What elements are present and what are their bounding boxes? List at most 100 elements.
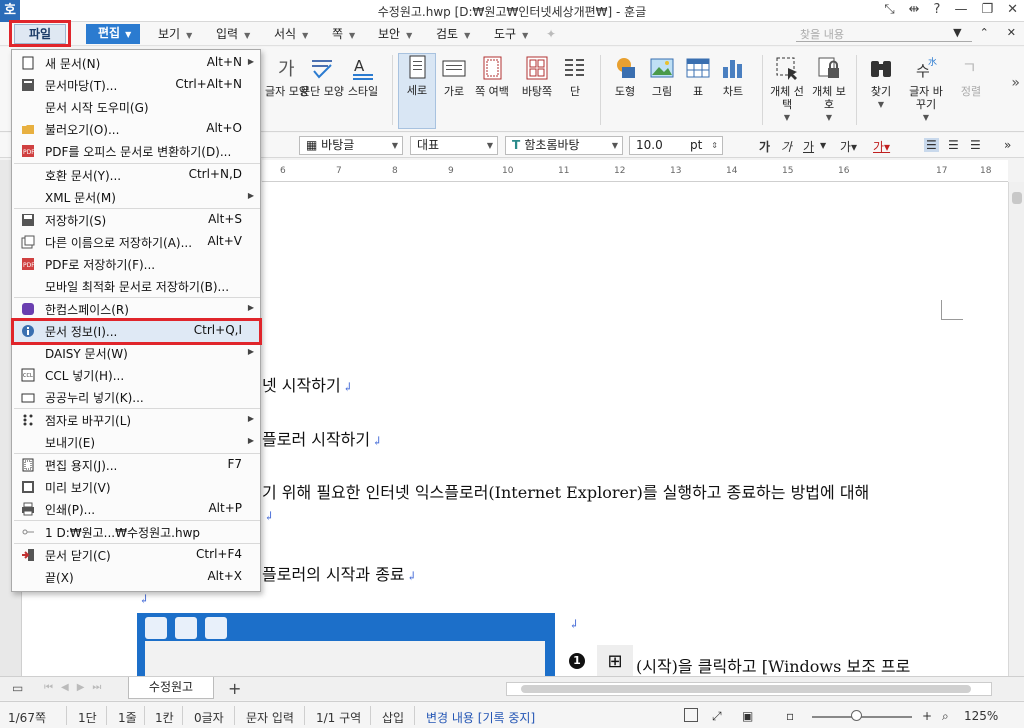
search-input[interactable]: 찾을 내용 (796, 26, 972, 42)
fit-view-icon[interactable]: ⤢ (712, 709, 722, 724)
menu-item-ccl[interactable]: CCL CCL 넣기(H)... (12, 364, 260, 386)
security-menu[interactable]: 보안 ▼ (378, 25, 412, 43)
chart-button[interactable]: 차트 (712, 55, 754, 98)
tab-nav-icons[interactable]: ⏮◀▶⏭ (44, 682, 109, 693)
zoom-in-icon[interactable]: + (922, 709, 932, 723)
background-page-button[interactable]: 바탕쪽 (516, 55, 558, 98)
page-margin-button[interactable]: 쪽 여백 (472, 55, 512, 98)
scrollbar-thumb[interactable] (1012, 192, 1022, 204)
vertical-scrollbar[interactable] (1008, 182, 1024, 676)
zoom-out-icon[interactable]: ▫ (786, 709, 794, 723)
maximize-icon[interactable]: ❐ (981, 2, 993, 17)
stepper-icon[interactable]: ⇕ (711, 137, 718, 154)
help-icon[interactable]: ? (934, 2, 941, 17)
bold-button[interactable]: 가 (759, 138, 770, 155)
menu-item-start-wizard[interactable]: 문서 시작 도우미(G) (12, 96, 260, 118)
edit-menu-button[interactable]: 편집 ▼ (86, 24, 140, 44)
add-tab-button[interactable]: + (228, 679, 241, 698)
font-size-combo[interactable]: 10.0 pt ⇕ (629, 136, 723, 155)
page-view-icon[interactable] (684, 708, 698, 722)
review-menu[interactable]: 검토 ▼ (436, 25, 470, 43)
font-color-button[interactable]: 가▾ (873, 138, 890, 155)
landscape-button[interactable]: 가로 (435, 55, 473, 98)
align-button[interactable]: ㄱ 정렬 (950, 55, 992, 98)
menu-item-braille[interactable]: 점자로 바꾸기(L) ▶ (12, 409, 260, 431)
ribbon-more-icon[interactable]: » (1011, 75, 1020, 91)
screenshot-image[interactable] (137, 613, 555, 679)
horizontal-scrollbar[interactable] (506, 682, 992, 696)
menu-item-page-setup[interactable]: 편집 용지(J)... F7 (12, 454, 260, 476)
zoom-slider-knob[interactable] (851, 710, 862, 721)
style-combo[interactable]: ▦ 바탕글 ▼ (299, 136, 403, 155)
menu-item-save-as[interactable]: 다른 이름으로 저장하기(A)... Alt+V (12, 231, 260, 253)
close-icon[interactable]: ✕ (1007, 2, 1018, 17)
minimize-icon[interactable]: — (954, 2, 967, 17)
search-dropdown-icon[interactable]: ▼ (953, 26, 961, 39)
strikethrough-button[interactable]: 가▾ (840, 138, 857, 155)
menu-item-compat-document[interactable]: 호환 문서(Y)... Ctrl+N,D (12, 164, 260, 186)
underline-button[interactable]: 가 (803, 138, 814, 155)
document-info-highlight (11, 318, 262, 345)
status-page[interactable]: 1/67쪽 (8, 709, 46, 726)
menu-item-new-document[interactable]: 새 문서(N) Alt+N ▶ (12, 52, 260, 74)
status-track-changes[interactable]: 변경 내용 [기록 중지] (426, 709, 535, 726)
chevron-down-icon: ▼ (406, 31, 413, 40)
addon-icon[interactable]: ✦ (546, 25, 556, 43)
input-menu[interactable]: 입력 ▼ (216, 25, 250, 43)
chevron-down-icon[interactable]: ▼ (820, 141, 826, 150)
format-menu[interactable]: 서식 ▼ (274, 25, 308, 43)
italic-button[interactable]: 가 (781, 138, 792, 155)
select-object-button[interactable]: 개체 선택 ▼ (766, 55, 808, 124)
find-button[interactable]: 찾기 ▼ (860, 55, 902, 111)
menu-item-kogl[interactable]: 공공누리 넣기(K)... (12, 386, 260, 408)
menu-item-print[interactable]: 인쇄(P)... Alt+P (12, 498, 260, 520)
align-center-icon[interactable]: ☰ (970, 138, 981, 152)
menu-item-daisy[interactable]: DAISY 문서(W) ▶ (12, 342, 260, 364)
para-shape-button[interactable]: 문단 모양 (299, 55, 345, 98)
menu-item-close-document[interactable]: 문서 닫기(C) Ctrl+F4 (12, 544, 260, 566)
scrollbar-thumb[interactable] (521, 685, 971, 693)
menu-item-send[interactable]: 보내기(E) ▶ (12, 431, 260, 453)
menu-item-save-mobile[interactable]: 모바일 최적화 문서로 저장하기(B)... (12, 275, 260, 297)
menu-item-recent-file[interactable]: 1 D:₩원고...₩수정원고.hwp (12, 521, 260, 543)
tab-list-icon[interactable]: ▭ (12, 681, 23, 695)
tab-document[interactable]: 수정원고 (128, 677, 214, 699)
menu-item-preview[interactable]: 미리 보기(V) (12, 476, 260, 498)
menu-item-exit[interactable]: 끝(X) Alt+X (12, 566, 260, 588)
status-mode[interactable]: 문자 입력 (246, 709, 294, 726)
zoom-icon[interactable]: ⌕ (942, 709, 949, 724)
status-insert[interactable]: 삽입 (382, 709, 404, 726)
zoom-level[interactable]: 125% (964, 709, 998, 723)
shape-button[interactable]: 도형 (604, 55, 646, 98)
align-left-icon[interactable]: ☰ (948, 138, 959, 152)
page-menu[interactable]: 쪽 ▼ (332, 25, 355, 43)
menu-item-save-pdf[interactable]: PDF PDF로 저장하기(F)... (12, 253, 260, 275)
binoculars-icon (868, 55, 894, 81)
menu-item-save[interactable]: 저장하기(S) Alt+S (12, 209, 260, 231)
style-button[interactable]: A 스타일 (340, 55, 386, 98)
zoom-slider[interactable] (812, 716, 912, 718)
font-combo[interactable]: T 함초롬바탕 ▼ (505, 136, 623, 155)
more-format-icon[interactable]: » (1004, 138, 1011, 152)
portrait-button[interactable]: 세로 (398, 53, 436, 129)
view-menu[interactable]: 보기 ▼ (158, 25, 192, 43)
menu-item-pdf-convert[interactable]: PDF PDF를 오피스 문서로 변환하기(D)... (12, 140, 260, 162)
columns-button[interactable]: 단 (556, 55, 594, 98)
save-icon (21, 213, 35, 227)
close-doc-icon[interactable]: ✕ (1007, 26, 1016, 39)
menu-item-templates[interactable]: 문서마당(T)... Ctrl+Alt+N (12, 74, 260, 96)
menu-item-hancom-space[interactable]: 한컴스페이스(R) ▶ (12, 298, 260, 320)
restore-layout-icon[interactable]: ⤡ (884, 2, 894, 17)
collapse-ribbon-icon[interactable]: ⌃ (980, 26, 989, 39)
replace-char-button[interactable]: 수水 글자 바꾸기 ▼ (905, 55, 947, 124)
return-mark: ↲ (372, 434, 383, 448)
align-justify-icon[interactable]: ☰ (924, 138, 939, 152)
protect-object-button[interactable]: 개체 보호 ▼ (808, 55, 850, 124)
menu-item-xml-document[interactable]: XML 문서(M) ▶ (12, 186, 260, 208)
menu-item-open[interactable]: 불러오기(O)... Alt+O (12, 118, 260, 140)
tools-menu[interactable]: 도구 ▼ (494, 25, 528, 43)
language-combo[interactable]: 대표 ▼ (410, 136, 498, 155)
split-icon[interactable]: ⇹ (909, 2, 920, 17)
multi-page-icon[interactable]: ▣ (742, 709, 753, 723)
tools-label: 도구 (494, 27, 517, 41)
